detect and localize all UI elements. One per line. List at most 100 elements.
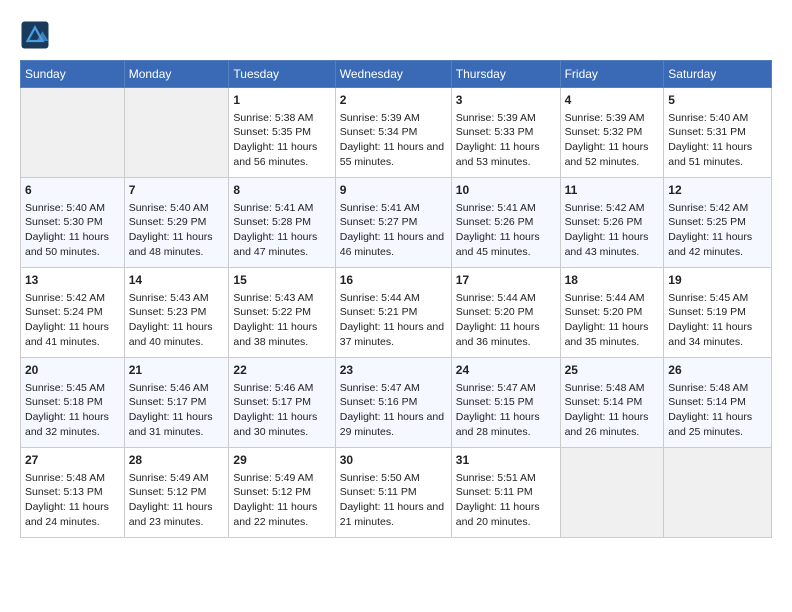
day-number: 6	[25, 182, 120, 199]
cell-content: Sunset: 5:12 PM	[129, 485, 225, 500]
cell-content: Daylight: 11 hours and 40 minutes.	[129, 320, 225, 349]
cell-content: Sunrise: 5:44 AM	[565, 291, 660, 306]
day-number: 28	[129, 452, 225, 469]
calendar-cell: 25Sunrise: 5:48 AMSunset: 5:14 PMDayligh…	[560, 358, 664, 448]
cell-content: Sunrise: 5:51 AM	[456, 471, 556, 486]
calendar-cell: 30Sunrise: 5:50 AMSunset: 5:11 PMDayligh…	[335, 448, 451, 538]
cell-content: Sunset: 5:12 PM	[233, 485, 330, 500]
day-number: 30	[340, 452, 447, 469]
cell-content: Sunset: 5:26 PM	[456, 215, 556, 230]
cell-content: Sunset: 5:30 PM	[25, 215, 120, 230]
calendar-cell: 16Sunrise: 5:44 AMSunset: 5:21 PMDayligh…	[335, 268, 451, 358]
cell-content: Sunset: 5:11 PM	[456, 485, 556, 500]
cell-content: Sunrise: 5:46 AM	[233, 381, 330, 396]
cell-content: Sunset: 5:28 PM	[233, 215, 330, 230]
cell-content: Daylight: 11 hours and 34 minutes.	[668, 320, 767, 349]
calendar-cell: 15Sunrise: 5:43 AMSunset: 5:22 PMDayligh…	[229, 268, 335, 358]
calendar-cell	[664, 448, 772, 538]
calendar-cell: 12Sunrise: 5:42 AMSunset: 5:25 PMDayligh…	[664, 178, 772, 268]
calendar-cell	[560, 448, 664, 538]
cell-content: Sunset: 5:18 PM	[25, 395, 120, 410]
header-day-sunday: Sunday	[21, 61, 125, 88]
cell-content: Sunrise: 5:40 AM	[129, 201, 225, 216]
day-number: 29	[233, 452, 330, 469]
calendar-cell: 5Sunrise: 5:40 AMSunset: 5:31 PMDaylight…	[664, 88, 772, 178]
cell-content: Sunrise: 5:47 AM	[340, 381, 447, 396]
cell-content: Sunrise: 5:43 AM	[233, 291, 330, 306]
calendar-cell: 18Sunrise: 5:44 AMSunset: 5:20 PMDayligh…	[560, 268, 664, 358]
calendar-cell: 26Sunrise: 5:48 AMSunset: 5:14 PMDayligh…	[664, 358, 772, 448]
page-header	[20, 20, 772, 50]
day-number: 7	[129, 182, 225, 199]
calendar-cell: 23Sunrise: 5:47 AMSunset: 5:16 PMDayligh…	[335, 358, 451, 448]
cell-content: Sunrise: 5:39 AM	[565, 111, 660, 126]
cell-content: Daylight: 11 hours and 51 minutes.	[668, 140, 767, 169]
calendar-cell: 2Sunrise: 5:39 AMSunset: 5:34 PMDaylight…	[335, 88, 451, 178]
cell-content: Daylight: 11 hours and 47 minutes.	[233, 230, 330, 259]
day-number: 24	[456, 362, 556, 379]
cell-content: Sunrise: 5:39 AM	[340, 111, 447, 126]
cell-content: Sunrise: 5:41 AM	[456, 201, 556, 216]
day-number: 15	[233, 272, 330, 289]
calendar-cell: 28Sunrise: 5:49 AMSunset: 5:12 PMDayligh…	[124, 448, 229, 538]
day-number: 11	[565, 182, 660, 199]
calendar-cell: 7Sunrise: 5:40 AMSunset: 5:29 PMDaylight…	[124, 178, 229, 268]
cell-content: Sunset: 5:14 PM	[565, 395, 660, 410]
cell-content: Daylight: 11 hours and 20 minutes.	[456, 500, 556, 529]
calendar-cell: 8 Sunrise: 5:41 AMSunset: 5:28 PMDaylight…	[229, 178, 335, 268]
cell-content: Sunrise: 5:48 AM	[25, 471, 120, 486]
header-day-friday: Friday	[560, 61, 664, 88]
calendar-cell: 27Sunrise: 5:48 AMSunset: 5:13 PMDayligh…	[21, 448, 125, 538]
cell-content: Sunrise: 5:41 AM	[233, 201, 330, 216]
calendar-cell: 22Sunrise: 5:46 AMSunset: 5:17 PMDayligh…	[229, 358, 335, 448]
cell-content: Sunset: 5:35 PM	[233, 125, 330, 140]
calendar-cell: 1Sunrise: 5:38 AMSunset: 5:35 PMDaylight…	[229, 88, 335, 178]
calendar-cell: 6 Sunrise: 5:40 AMSunset: 5:30 PMDaylight…	[21, 178, 125, 268]
calendar-cell: 31Sunrise: 5:51 AMSunset: 5:11 PMDayligh…	[451, 448, 560, 538]
cell-content: Daylight: 11 hours and 29 minutes.	[340, 410, 447, 439]
calendar-cell: 13Sunrise: 5:42 AMSunset: 5:24 PMDayligh…	[21, 268, 125, 358]
day-number: 19	[668, 272, 767, 289]
cell-content: Sunrise: 5:45 AM	[25, 381, 120, 396]
cell-content: Daylight: 11 hours and 30 minutes.	[233, 410, 330, 439]
cell-content: Sunrise: 5:42 AM	[565, 201, 660, 216]
calendar-week-1: 1Sunrise: 5:38 AMSunset: 5:35 PMDaylight…	[21, 88, 772, 178]
calendar-cell: 3Sunrise: 5:39 AMSunset: 5:33 PMDaylight…	[451, 88, 560, 178]
cell-content: Daylight: 11 hours and 24 minutes.	[25, 500, 120, 529]
calendar-table: SundayMondayTuesdayWednesdayThursdayFrid…	[20, 60, 772, 538]
day-number: 26	[668, 362, 767, 379]
cell-content: Sunset: 5:11 PM	[340, 485, 447, 500]
cell-content: Sunrise: 5:40 AM	[668, 111, 767, 126]
calendar-body: 1Sunrise: 5:38 AMSunset: 5:35 PMDaylight…	[21, 88, 772, 538]
cell-content: Sunrise: 5:42 AM	[25, 291, 120, 306]
day-number: 16	[340, 272, 447, 289]
day-number: 8	[233, 182, 330, 199]
cell-content: Daylight: 11 hours and 52 minutes.	[565, 140, 660, 169]
cell-content: Sunset: 5:17 PM	[129, 395, 225, 410]
header-day-wednesday: Wednesday	[335, 61, 451, 88]
day-number: 4	[565, 92, 660, 109]
cell-content: Sunset: 5:25 PM	[668, 215, 767, 230]
cell-content: Sunrise: 5:44 AM	[340, 291, 447, 306]
calendar-cell: 24Sunrise: 5:47 AMSunset: 5:15 PMDayligh…	[451, 358, 560, 448]
cell-content: Sunset: 5:27 PM	[340, 215, 447, 230]
cell-content: Daylight: 11 hours and 50 minutes.	[25, 230, 120, 259]
cell-content: Daylight: 11 hours and 42 minutes.	[668, 230, 767, 259]
cell-content: Daylight: 11 hours and 43 minutes.	[565, 230, 660, 259]
cell-content: Daylight: 11 hours and 53 minutes.	[456, 140, 556, 169]
calendar-week-4: 20Sunrise: 5:45 AMSunset: 5:18 PMDayligh…	[21, 358, 772, 448]
cell-content: Sunset: 5:23 PM	[129, 305, 225, 320]
header-day-monday: Monday	[124, 61, 229, 88]
cell-content: Sunset: 5:26 PM	[565, 215, 660, 230]
calendar-week-3: 13Sunrise: 5:42 AMSunset: 5:24 PMDayligh…	[21, 268, 772, 358]
cell-content: Sunrise: 5:45 AM	[668, 291, 767, 306]
cell-content: Sunset: 5:20 PM	[565, 305, 660, 320]
cell-content: Daylight: 11 hours and 56 minutes.	[233, 140, 330, 169]
cell-content: Sunset: 5:32 PM	[565, 125, 660, 140]
day-number: 3	[456, 92, 556, 109]
logo	[20, 20, 54, 50]
day-number: 2	[340, 92, 447, 109]
cell-content: Sunrise: 5:40 AM	[25, 201, 120, 216]
calendar-cell: 20Sunrise: 5:45 AMSunset: 5:18 PMDayligh…	[21, 358, 125, 448]
day-number: 21	[129, 362, 225, 379]
